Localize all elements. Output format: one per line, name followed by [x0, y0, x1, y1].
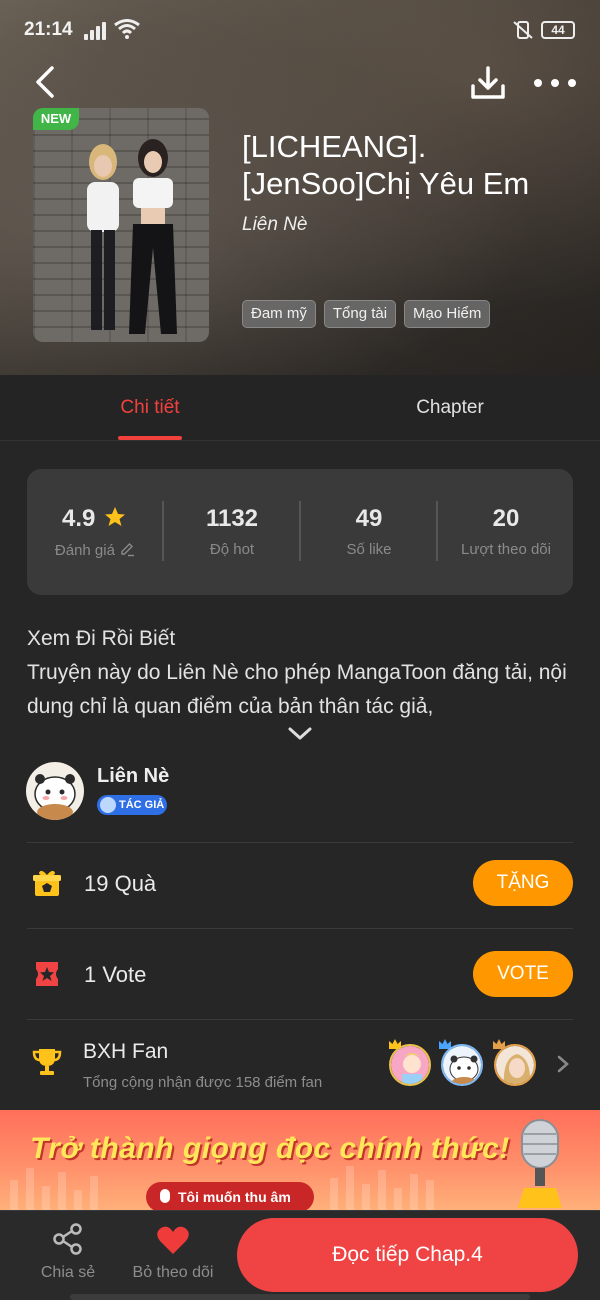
tab-bar: Chi tiết Chapter — [0, 375, 600, 441]
stat-value: 49 — [355, 505, 383, 532]
cover-figure-right — [129, 139, 177, 334]
tag-chip[interactable]: Mạo Hiểm — [404, 300, 491, 328]
stat-label: Độ hot — [209, 541, 255, 558]
wifi-icon — [114, 19, 140, 39]
author-role-label: TÁC GIẢ — [119, 799, 165, 811]
tag-list: Đam mỹ Tổng tài Mạo Hiểm — [242, 300, 491, 328]
description-line: Truyện này do Liên Nè cho phép MangaToon… — [27, 661, 567, 718]
stat-hot: 1132 Độ hot — [164, 469, 300, 595]
author-avatar[interactable] — [26, 762, 84, 820]
fan-avatar[interactable] — [389, 1044, 431, 1086]
share-label: Chia sẻ — [40, 1264, 96, 1281]
description: Xem Đi Rồi Biết Truyện này do Liên Nè ch… — [27, 622, 577, 724]
signal-icon — [84, 22, 110, 40]
stat-likes: 49 Số like — [301, 469, 437, 595]
share-icon — [53, 1223, 82, 1255]
row-divider — [27, 1019, 573, 1020]
author-role-badge: TÁC GIẢ — [97, 795, 167, 815]
stats-card: 4.9 Đánh giá 1132 Độ hot 49 Số like 20 L… — [27, 469, 573, 595]
pen-nib-icon — [100, 797, 116, 813]
gift-count: 19 Quà — [84, 871, 157, 896]
fan-ranking-title[interactable]: BXH Fan — [83, 1040, 168, 1064]
status-time: 21:14 — [24, 19, 73, 40]
gift-icon — [33, 870, 61, 896]
continue-reading-button[interactable]: Đọc tiếp Chap.4 — [237, 1218, 578, 1292]
tag-chip[interactable]: Đam mỹ — [242, 300, 316, 328]
ticket-icon — [36, 962, 58, 986]
chevron-right-icon[interactable] — [556, 1054, 570, 1074]
give-gift-button[interactable]: TẶNG — [473, 860, 573, 906]
fan-ranking-subtitle: Tổng cộng nhận được 158 điểm fan — [83, 1074, 323, 1091]
unfollow-label: Bỏ theo dõi — [132, 1264, 214, 1281]
stat-label: Số like — [346, 541, 392, 558]
chevron-down-icon[interactable] — [286, 723, 314, 743]
new-badge: NEW — [33, 108, 79, 130]
author-name[interactable]: Liên Nè — [97, 765, 169, 788]
stat-value: 1132 — [205, 505, 259, 532]
stat-rating[interactable]: 4.9 Đánh giá — [27, 469, 163, 595]
tab-details[interactable]: Chi tiết — [100, 375, 200, 441]
stat-label: Lượt theo dõi — [461, 541, 551, 558]
more-icon[interactable] — [532, 70, 578, 96]
status-bar: 21:14 44 — [0, 0, 600, 60]
record-button[interactable]: Tôi muốn thu âm — [146, 1182, 314, 1210]
trophy-icon — [32, 1049, 62, 1075]
star-icon — [105, 507, 126, 526]
comic-author[interactable]: Liên Nè — [242, 214, 308, 236]
active-tab-indicator — [118, 436, 182, 440]
pencil-icon — [121, 543, 135, 557]
cover-image — [33, 108, 209, 342]
share-button[interactable]: Chia sẻ — [36, 1216, 100, 1286]
fan-avatar[interactable] — [494, 1044, 536, 1086]
tag-chip[interactable]: Tổng tài — [323, 300, 397, 328]
tab-chapter[interactable]: Chapter — [390, 375, 510, 441]
cover-figure-left — [87, 144, 119, 330]
banner-title: Trở thành giọng đọc chính thức! — [30, 1132, 510, 1165]
microphone-icon — [160, 1189, 170, 1203]
heart-icon — [157, 1226, 189, 1254]
stat-value: 20 — [492, 505, 520, 532]
stat-label: Đánh giá — [54, 542, 115, 559]
description-line: Xem Đi Rồi Biết — [27, 627, 176, 650]
back-arrow-icon[interactable] — [30, 64, 64, 100]
fan-avatar[interactable] — [441, 1044, 483, 1086]
row-divider — [27, 928, 573, 929]
row-divider — [27, 842, 573, 843]
stat-value: 4.9 — [61, 505, 96, 532]
vibrate-mute-icon — [513, 21, 533, 39]
record-button-label: Tôi muốn thu âm — [178, 1189, 291, 1205]
stat-followers: 20 Lượt theo dõi — [438, 469, 574, 595]
download-icon[interactable] — [468, 64, 508, 102]
vote-count: 1 Vote — [84, 962, 147, 987]
unfollow-button[interactable]: Bỏ theo dõi — [128, 1216, 218, 1286]
battery-indicator: 44 — [541, 21, 575, 39]
microphone-illustration — [518, 1119, 562, 1208]
vote-button[interactable]: VOTE — [473, 951, 573, 997]
home-indicator — [70, 1294, 530, 1300]
comic-title: [LICHEANG].[JenSoo]Chị Yêu Em — [242, 129, 530, 201]
